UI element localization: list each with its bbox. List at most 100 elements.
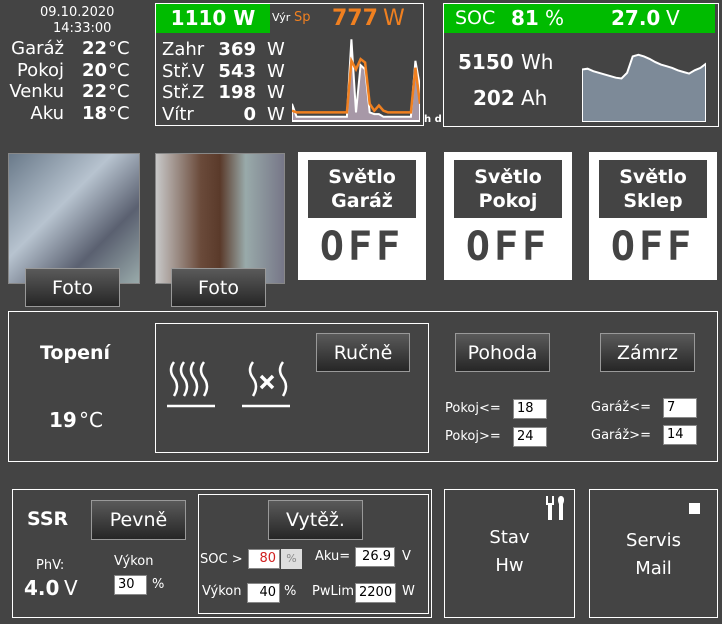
camera-room-image[interactable] xyxy=(155,153,285,284)
power-sparkline xyxy=(292,39,420,122)
camera-garage-image[interactable] xyxy=(8,153,140,284)
service-mail-button[interactable]: Servis Mail xyxy=(589,489,718,618)
soc-threshold-input[interactable]: 80 xyxy=(248,549,280,569)
power-row-value: 0 xyxy=(243,103,256,125)
light-state: OFF xyxy=(610,224,696,270)
heating-on-icon[interactable] xyxy=(166,360,218,410)
power-row-unit: W xyxy=(267,103,285,125)
vyr-label: Výr xyxy=(272,11,291,24)
range-label[interactable]: h d xyxy=(424,114,442,125)
soc-label: SOC xyxy=(455,7,496,29)
pokoj-ge-input[interactable]: 24 xyxy=(513,427,547,447)
time: 14:33:00 xyxy=(53,21,112,36)
soc-percent-button[interactable]: % xyxy=(281,549,302,569)
hw-status-button[interactable]: Stav Hw xyxy=(444,489,575,618)
heating-off-icon[interactable] xyxy=(241,360,293,410)
power-row-value: 369 xyxy=(218,39,256,60)
sp-value: 777 xyxy=(332,6,378,31)
temp-value: 22 xyxy=(82,38,108,59)
temp-label: Pokoj xyxy=(16,59,64,81)
light-room-tile[interactable]: Světlo Pokoj OFF xyxy=(444,152,572,280)
pokoj-le-label: Pokoj<= xyxy=(445,401,501,416)
light-state: OFF xyxy=(319,224,405,270)
production-line xyxy=(292,39,420,122)
pokoj-ge-label: Pokoj>= xyxy=(445,429,501,444)
tools-icon xyxy=(546,496,565,520)
power-row-label: Vítr xyxy=(162,103,194,125)
phv-label: PhV: xyxy=(36,558,65,573)
energy-value: 5150 xyxy=(458,50,514,74)
surplus-power-input[interactable]: 40 xyxy=(247,583,280,603)
pokoj-le-input[interactable]: 18 xyxy=(513,399,547,419)
pwlim-unit: W xyxy=(402,584,415,599)
pwlim-label: PwLim xyxy=(312,584,354,599)
soc-line xyxy=(582,53,706,122)
temp-unit: °C xyxy=(108,59,130,81)
voltage-unit: V xyxy=(666,6,680,30)
light-garage-tile[interactable]: Světlo Garáž OFF xyxy=(298,152,426,280)
manual-button[interactable]: Ručně xyxy=(316,333,410,372)
voltage-value: 27.0 xyxy=(611,6,661,30)
frost-button[interactable]: Zámrz xyxy=(600,333,695,372)
power-unit: % xyxy=(152,577,165,592)
sp-unit: W xyxy=(383,6,405,31)
pwlim-input[interactable]: 2200 xyxy=(355,583,396,603)
fixed-button[interactable]: Pevně xyxy=(91,500,186,540)
date: 09.10.2020 xyxy=(40,5,115,20)
temp-unit: °C xyxy=(108,102,130,124)
foto-button-1[interactable]: Foto xyxy=(25,268,120,307)
charge-value: 202 xyxy=(473,86,515,110)
light-label: Světlo Pokoj xyxy=(454,160,562,218)
total-power: 1110 W xyxy=(156,4,270,33)
temp-unit: °C xyxy=(108,81,130,102)
light-label: Světlo Garáž xyxy=(308,160,416,218)
heating-unit: °C xyxy=(79,408,103,432)
power-input[interactable]: 30 xyxy=(114,575,147,595)
power-row-label: Zahr xyxy=(162,39,205,60)
mail-line1: Servis xyxy=(626,530,681,551)
ssr-title: SSR xyxy=(27,508,69,530)
heating-temp: 19 xyxy=(49,408,77,432)
power-row-unit: W xyxy=(267,82,285,103)
power-row-label: Stř.V xyxy=(162,60,205,82)
temp-label: Venku xyxy=(9,81,64,102)
aku-label: Aku= xyxy=(315,549,351,564)
surplus-power-unit: % xyxy=(284,584,297,599)
soc-sparkline xyxy=(582,53,706,122)
power-row-value: 198 xyxy=(218,82,256,103)
power-row-value: 543 xyxy=(218,60,256,82)
power-label: Výkon xyxy=(114,554,154,569)
heating-title: Topení xyxy=(40,342,111,364)
hw-line1: Stav xyxy=(489,527,530,548)
hw-line2: Hw xyxy=(495,555,524,576)
light-label: Světlo Sklep xyxy=(599,160,707,218)
temp-value: 20 xyxy=(82,59,108,81)
power-row-label: Stř.Z xyxy=(162,82,205,103)
temp-unit: °C xyxy=(108,38,130,59)
foto-button-2[interactable]: Foto xyxy=(171,268,266,307)
surplus-power-label: Výkon xyxy=(202,584,242,599)
temp-label: Aku xyxy=(30,102,64,124)
mail-indicator-icon xyxy=(689,503,700,514)
comfort-button[interactable]: Pohoda xyxy=(455,333,550,372)
power-row-unit: W xyxy=(267,39,285,60)
surplus-button[interactable]: Vytěž. xyxy=(268,500,363,540)
light-state: OFF xyxy=(465,224,551,270)
sp-label: Sp xyxy=(294,10,311,25)
phv-value: 4.0 xyxy=(24,576,60,600)
phv-unit: V xyxy=(64,576,78,600)
garaz-ge-input[interactable]: 14 xyxy=(663,425,697,445)
charge-unit: Ah xyxy=(521,86,548,110)
temp-value: 22 xyxy=(82,81,108,102)
soc-threshold-label: SOC > xyxy=(200,552,243,567)
power-row-unit: W xyxy=(267,60,285,82)
aku-input[interactable]: 26.9 xyxy=(355,547,395,567)
garaz-le-input[interactable]: 7 xyxy=(663,398,697,418)
temp-label: Garáž xyxy=(11,38,64,59)
energy-unit: Wh xyxy=(521,50,554,74)
soc-value: 81 xyxy=(511,6,539,30)
light-cellar-tile[interactable]: Světlo Sklep OFF xyxy=(589,152,717,280)
soc-unit: % xyxy=(545,6,565,30)
mail-line2: Mail xyxy=(635,558,672,579)
garaz-ge-label: Garáž>= xyxy=(591,428,651,443)
